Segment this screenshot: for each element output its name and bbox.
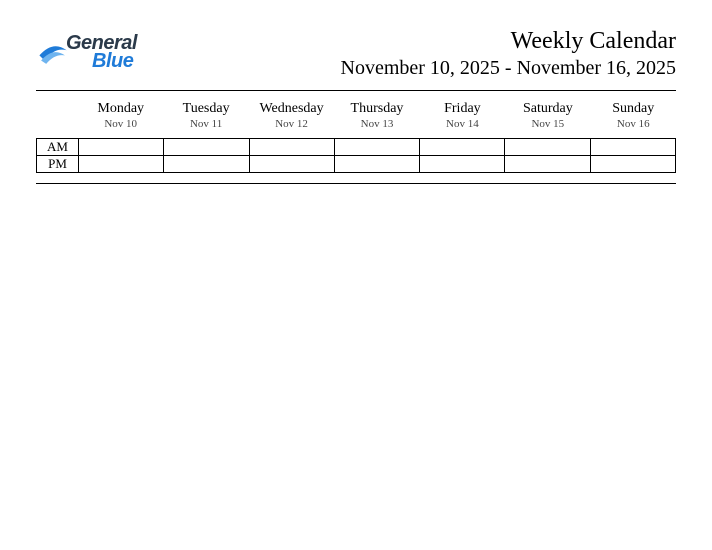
header: General Blue Weekly Calendar November 10…	[36, 28, 676, 80]
calendar-cell	[335, 156, 419, 173]
calendar-cell	[250, 156, 334, 173]
day-name: Monday	[78, 101, 163, 117]
day-name: Friday	[420, 101, 505, 117]
day-name: Thursday	[334, 101, 419, 117]
day-date: Nov 13	[334, 118, 419, 130]
bottom-rule	[36, 183, 676, 184]
day-name: Wednesday	[249, 101, 334, 117]
day-headers-row: Monday Nov 10 Tuesday Nov 11 Wednesday N…	[36, 95, 676, 138]
brand-line2: Blue	[66, 52, 137, 70]
day-date: Nov 14	[420, 118, 505, 130]
grid-day	[590, 139, 675, 173]
calendar-cell	[420, 156, 504, 173]
calendar-cell	[591, 156, 675, 173]
day-header: Saturday Nov 15	[505, 95, 590, 138]
day-header: Monday Nov 10	[78, 95, 163, 138]
day-date: Nov 16	[591, 118, 676, 130]
title-block: Weekly Calendar November 10, 2025 - Nove…	[341, 28, 677, 80]
day-header: Sunday Nov 16	[591, 95, 676, 138]
calendar-cell	[505, 156, 589, 173]
grid-day	[163, 139, 248, 173]
day-header: Friday Nov 14	[420, 95, 505, 138]
grid-day	[419, 139, 504, 173]
period-am-label: AM	[36, 139, 78, 156]
calendar-cell	[164, 156, 248, 173]
calendar-cell	[505, 139, 589, 156]
day-name: Sunday	[591, 101, 676, 117]
page-title: Weekly Calendar	[341, 28, 677, 55]
header-spacer	[36, 95, 78, 138]
calendar-cell	[420, 139, 504, 156]
calendar-cell	[250, 139, 334, 156]
period-pm-label: PM	[36, 156, 78, 173]
calendar-cell	[164, 139, 248, 156]
day-date: Nov 11	[163, 118, 248, 130]
calendar-grid: AM PM	[36, 138, 676, 173]
day-name: Tuesday	[163, 101, 248, 117]
day-date: Nov 12	[249, 118, 334, 130]
day-header: Thursday Nov 13	[334, 95, 419, 138]
grid-day	[249, 139, 334, 173]
calendar-cell	[335, 139, 419, 156]
day-date: Nov 10	[78, 118, 163, 130]
date-range: November 10, 2025 - November 16, 2025	[341, 57, 677, 80]
calendar-cell	[79, 139, 163, 156]
calendar-cell	[591, 139, 675, 156]
brand-logo: General Blue	[36, 28, 137, 70]
day-header: Wednesday Nov 12	[249, 95, 334, 138]
top-rule	[36, 90, 676, 91]
brand-text: General Blue	[66, 34, 137, 70]
day-name: Saturday	[505, 101, 590, 117]
calendar-cell	[79, 156, 163, 173]
days-grid	[78, 139, 675, 173]
grid-day	[504, 139, 589, 173]
day-date: Nov 15	[505, 118, 590, 130]
period-label-column: AM PM	[36, 139, 78, 173]
grid-day	[334, 139, 419, 173]
swoosh-icon	[36, 35, 70, 69]
day-header: Tuesday Nov 11	[163, 95, 248, 138]
grid-day	[78, 139, 163, 173]
page: General Blue Weekly Calendar November 10…	[0, 0, 712, 208]
